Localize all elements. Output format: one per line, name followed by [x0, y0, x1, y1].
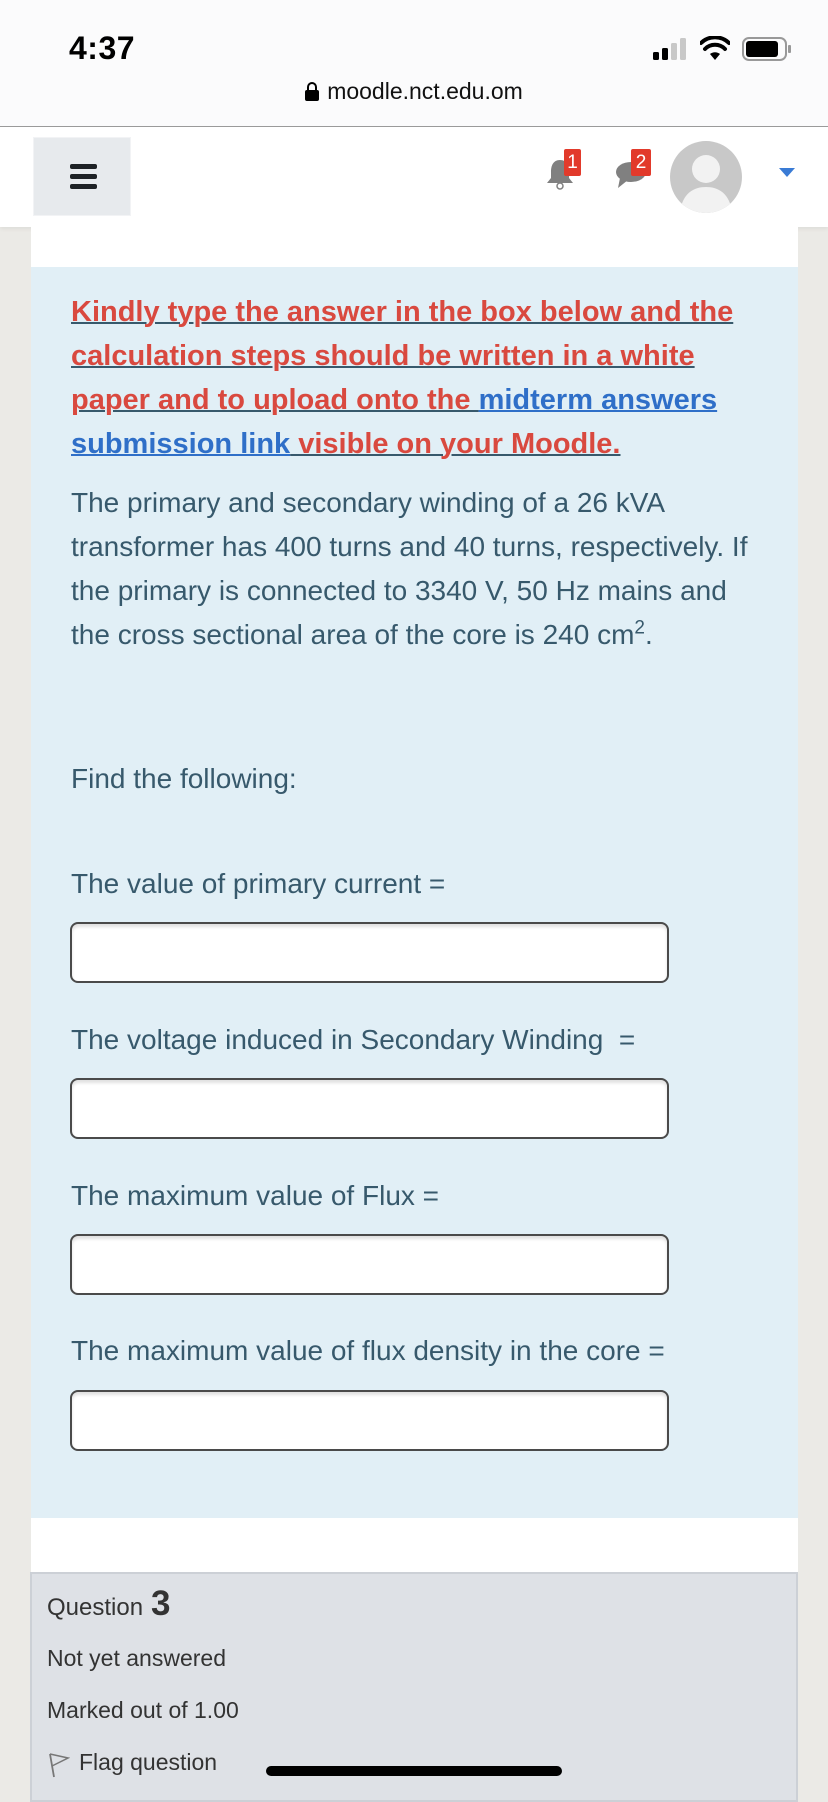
signal-icon — [653, 38, 686, 60]
flag-icon[interactable] — [48, 1752, 70, 1778]
question-marks: Marked out of 1.00 — [47, 1697, 239, 1723]
question-state: Not yet answered — [47, 1645, 226, 1671]
card-footer-space — [31, 1518, 798, 1573]
max-flux-label: The maximum value of Flux = — [71, 1180, 440, 1211]
notification-badge: 1 — [564, 149, 581, 176]
hamburger-icon — [70, 164, 97, 169]
instruction-text: Kindly type the answer in the box below … — [71, 290, 761, 466]
secondary-voltage-input[interactable] — [70, 1078, 669, 1139]
max-flux-density-input[interactable] — [70, 1390, 669, 1451]
max-flux-input[interactable] — [70, 1234, 669, 1295]
menu-button[interactable] — [33, 137, 131, 216]
superscript: 2 — [634, 617, 645, 639]
hamburger-icon-line — [70, 174, 97, 179]
question-prefix: Question — [47, 1594, 144, 1621]
avatar[interactable] — [670, 141, 742, 213]
question-number: 3 — [151, 1584, 171, 1623]
url-text: moodle.nct.edu.om — [327, 78, 523, 104]
hamburger-icon-line — [70, 184, 97, 189]
message-badge: 2 — [631, 149, 651, 176]
primary-current-label: The value of primary current = — [71, 868, 446, 899]
secondary-voltage-label: The voltage induced in Secondary Winding… — [71, 1024, 636, 1055]
caret-down-icon[interactable] — [779, 168, 795, 177]
wifi-icon — [700, 36, 730, 60]
max-flux-density-label: The maximum value of flux density in the… — [71, 1335, 665, 1366]
battery-icon — [742, 37, 791, 61]
instruction-part2: visible on your Moodle. — [290, 428, 621, 460]
home-indicator[interactable] — [266, 1766, 562, 1776]
flag-question-link[interactable]: Flag question — [79, 1749, 217, 1776]
primary-current-input[interactable] — [70, 922, 669, 983]
url-bar[interactable]: moodle.nct.edu.om — [0, 78, 828, 105]
problem-statement: The primary and secondary winding of a 2… — [71, 481, 771, 657]
lock-icon — [305, 82, 320, 101]
find-heading: Find the following: — [71, 763, 297, 794]
user-silhouette-icon — [680, 155, 732, 213]
card-header-space — [31, 227, 798, 267]
status-time: 4:37 — [69, 30, 136, 66]
problem-end: . — [644, 619, 653, 650]
